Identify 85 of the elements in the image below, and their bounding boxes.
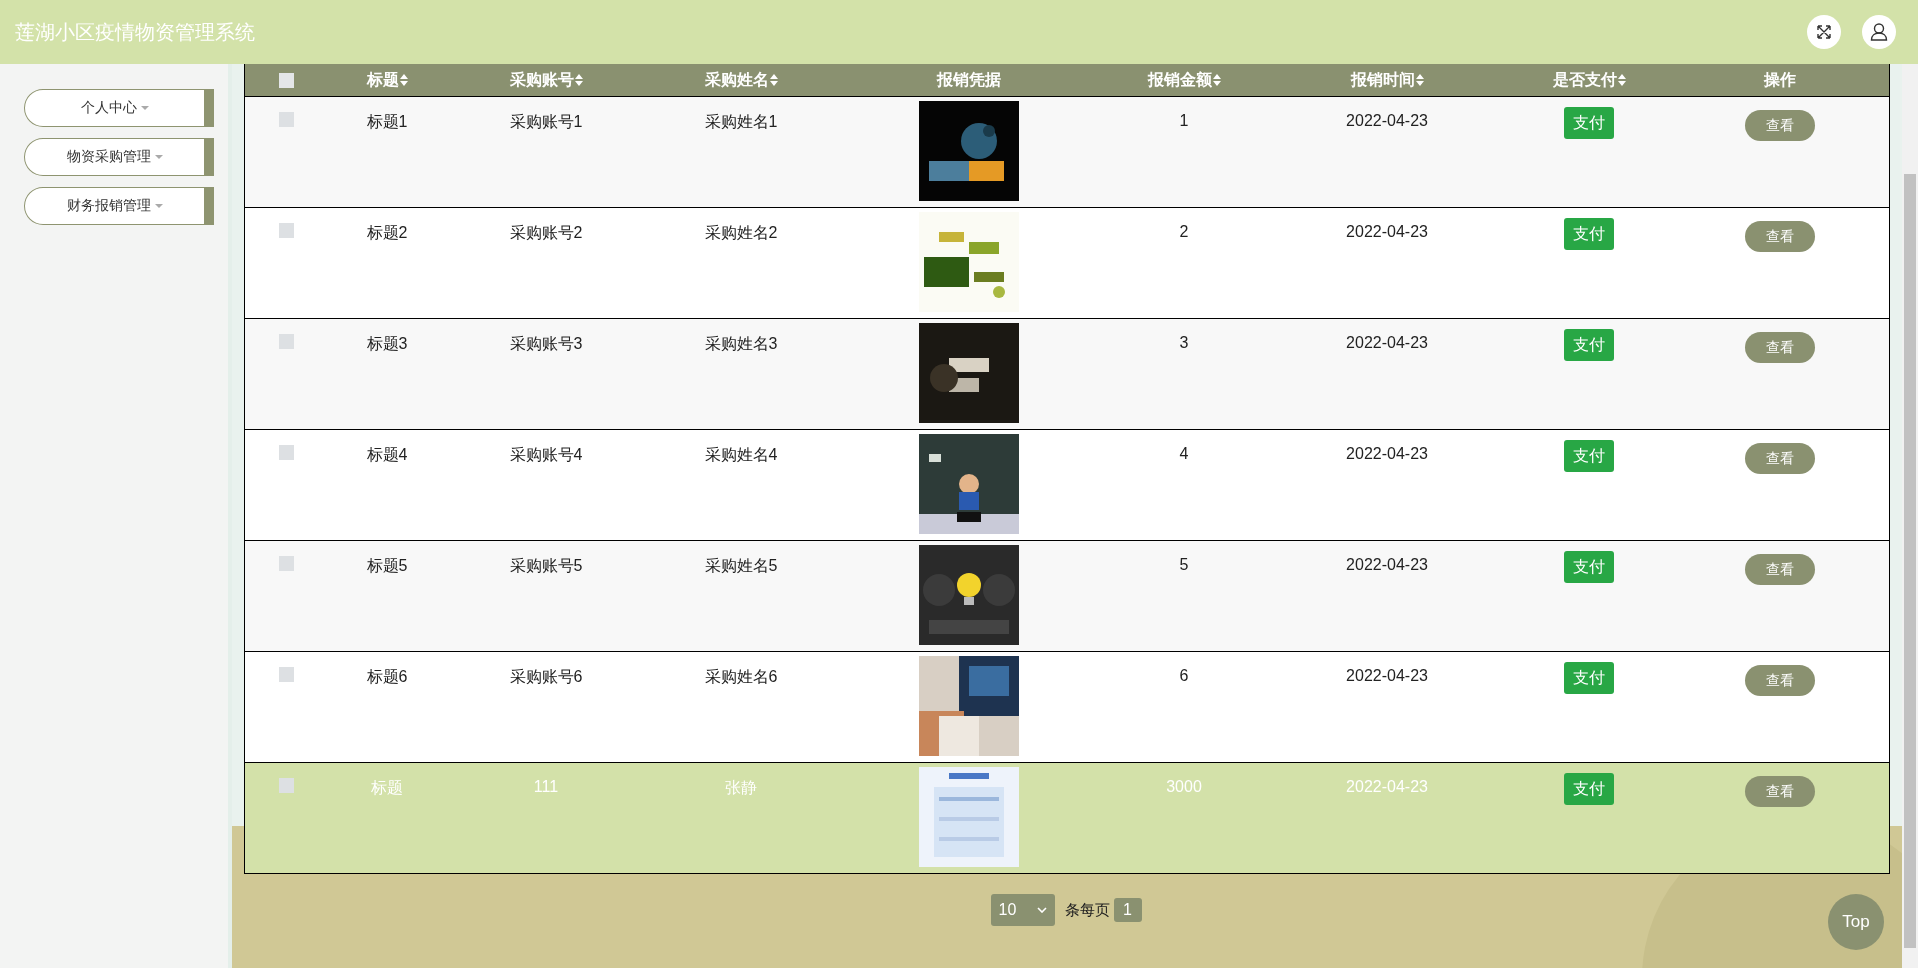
table-cell-text: 采购账号1 bbox=[509, 112, 583, 132]
column-header[interactable]: 采购账号 bbox=[509, 69, 583, 91]
pay-button[interactable]: 支付 bbox=[1564, 329, 1614, 361]
table-cell-text: 标题 bbox=[371, 778, 403, 798]
column-header[interactable]: 报销金额 bbox=[1147, 69, 1221, 91]
table-cell: 5 bbox=[1179, 556, 1189, 574]
row-checkbox[interactable] bbox=[278, 223, 294, 238]
row-checkbox[interactable] bbox=[278, 334, 294, 349]
view-button[interactable]: 查看 bbox=[1745, 332, 1815, 363]
table-cell-text: 采购账号4 bbox=[509, 445, 583, 465]
sort-icon bbox=[1212, 74, 1221, 86]
view-button[interactable]: 查看 bbox=[1745, 110, 1815, 141]
caret-icon bbox=[154, 155, 163, 159]
user-icon[interactable] bbox=[1862, 15, 1896, 49]
pay-button[interactable]: 支付 bbox=[1564, 107, 1614, 139]
pay-button[interactable]: 支付 bbox=[1564, 551, 1614, 583]
table-cell-text: 张静 bbox=[725, 778, 757, 798]
page-button[interactable]: 1 bbox=[1113, 898, 1142, 922]
sidebar-menu-button[interactable]: 财务报销管理 bbox=[24, 187, 214, 225]
column-header[interactable]: 报销时间 bbox=[1350, 69, 1424, 91]
table-cell-text: 采购账号5 bbox=[509, 556, 583, 576]
pay-button[interactable]: 支付 bbox=[1564, 662, 1614, 694]
chevron-down-icon bbox=[1036, 907, 1047, 913]
view-button[interactable]: 查看 bbox=[1745, 665, 1815, 696]
table-cell-text: 标题2 bbox=[366, 223, 408, 243]
column-header[interactable]: 是否支付 bbox=[1552, 69, 1626, 91]
column-header: 报销凭据 bbox=[937, 69, 1001, 90]
sidebar-menu-button[interactable]: 物资采购管理 bbox=[24, 138, 214, 176]
table-cell-text: 采购姓名2 bbox=[704, 223, 778, 243]
table-cell: 3 bbox=[1179, 334, 1189, 352]
sort-icon bbox=[1415, 74, 1424, 86]
table-cell-text: 标题5 bbox=[366, 556, 408, 576]
table-cell: 6 bbox=[1179, 667, 1189, 685]
row-checkbox[interactable] bbox=[278, 667, 294, 682]
table-cell-text: 标题6 bbox=[366, 667, 408, 687]
sort-icon bbox=[399, 74, 408, 86]
view-button[interactable]: 查看 bbox=[1745, 221, 1815, 252]
table-cell: 2022-04-23 bbox=[1346, 112, 1428, 130]
pay-button[interactable]: 支付 bbox=[1564, 440, 1614, 472]
table-cell: 1 bbox=[1179, 112, 1189, 130]
sidebar-menu-button[interactable]: 个人中心 bbox=[24, 89, 214, 127]
table-cell: 2022-04-23 bbox=[1346, 778, 1428, 796]
table-cell: 2022-04-23 bbox=[1346, 667, 1428, 685]
table-cell-text: 采购姓名3 bbox=[704, 334, 778, 354]
sort-icon bbox=[574, 74, 583, 86]
pay-button[interactable]: 支付 bbox=[1564, 773, 1614, 805]
table-cell: 2022-04-23 bbox=[1346, 334, 1428, 352]
table-cell: 2022-04-23 bbox=[1346, 223, 1428, 241]
row-checkbox[interactable] bbox=[278, 556, 294, 571]
scrollbar[interactable] bbox=[1902, 64, 1918, 968]
view-button[interactable]: 查看 bbox=[1745, 554, 1815, 585]
table-cell: 4 bbox=[1179, 445, 1189, 463]
table-cell: 2 bbox=[1179, 223, 1189, 241]
column-header[interactable]: 采购姓名 bbox=[704, 69, 778, 91]
column-header: 操作 bbox=[1764, 69, 1796, 90]
row-checkbox[interactable] bbox=[278, 445, 294, 460]
table-cell-text: 标题1 bbox=[366, 112, 408, 132]
sort-icon bbox=[1617, 74, 1626, 86]
view-button[interactable]: 查看 bbox=[1745, 776, 1815, 807]
table-cell-text: 标题3 bbox=[366, 334, 408, 354]
table-cell-text: 采购账号6 bbox=[509, 667, 583, 687]
per-page-label: 条每页 bbox=[1064, 900, 1110, 920]
table-cell: 111 bbox=[533, 778, 559, 796]
table-cell-text: 标题4 bbox=[366, 445, 408, 465]
table-cell: 2022-04-23 bbox=[1346, 445, 1428, 463]
view-button[interactable]: 查看 bbox=[1745, 443, 1815, 474]
app-title: 莲湖小区疫情物资管理系统 bbox=[15, 19, 255, 45]
table-cell-text: 采购姓名1 bbox=[704, 112, 778, 132]
table-cell-text: 采购姓名6 bbox=[704, 667, 778, 687]
table-cell-text: 采购姓名4 bbox=[704, 445, 778, 465]
sort-icon bbox=[769, 74, 778, 86]
row-checkbox[interactable] bbox=[278, 778, 294, 793]
pay-button[interactable]: 支付 bbox=[1564, 218, 1614, 250]
column-header[interactable]: 标题 bbox=[366, 69, 408, 91]
table-cell-text: 采购姓名5 bbox=[704, 556, 778, 576]
table-cell-text: 采购账号3 bbox=[509, 334, 583, 354]
select-all-checkbox[interactable] bbox=[278, 72, 294, 88]
table-cell-text: 采购账号2 bbox=[509, 223, 583, 243]
page-size-select[interactable]: 10 bbox=[990, 894, 1055, 926]
caret-icon bbox=[140, 106, 149, 110]
row-checkbox[interactable] bbox=[278, 112, 294, 127]
table-cell: 3000 bbox=[1166, 778, 1202, 796]
table-cell: 2022-04-23 bbox=[1346, 556, 1428, 574]
caret-icon bbox=[154, 204, 163, 208]
fullscreen-icon[interactable] bbox=[1807, 15, 1841, 49]
